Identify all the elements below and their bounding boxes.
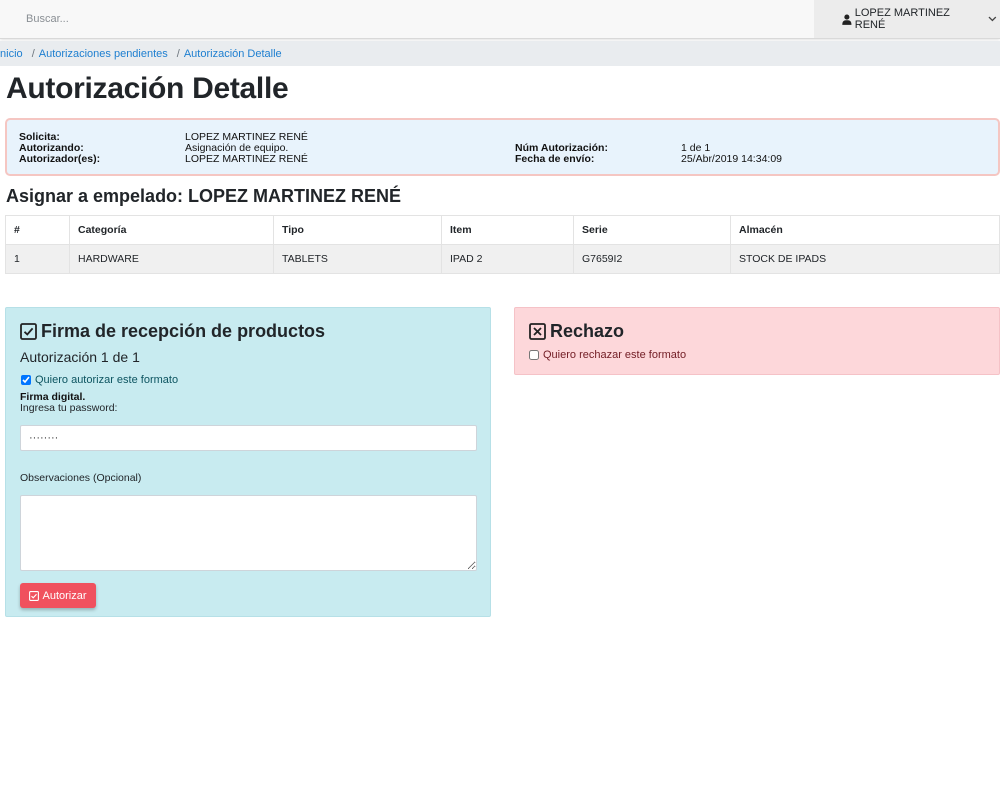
- password-field[interactable]: [20, 425, 477, 451]
- autorizadores-label: Autorizador(es):: [19, 153, 101, 165]
- table-cell: G7659I2: [573, 244, 731, 274]
- signature-card-title: Firma de recepción de productos: [20, 321, 325, 342]
- table-cell: TABLETS: [273, 244, 442, 274]
- breadcrumb-separator: /: [176, 47, 180, 60]
- signature-card: Firma de recepción de productos Autoriza…: [5, 307, 491, 617]
- authorize-checkbox[interactable]: [21, 375, 31, 385]
- breadcrumb-separator: /: [31, 47, 35, 60]
- observaciones-label: Observaciones (Opcional): [20, 472, 142, 484]
- search-input[interactable]: [0, 0, 810, 38]
- request-info-box: Solicita: LOPEZ MARTINEZ RENÉ Autorizand…: [5, 118, 1000, 176]
- column-header: Serie: [573, 215, 731, 245]
- fecha-envio-label: Fecha de envío:: [515, 153, 595, 165]
- table-cell: 1: [5, 244, 70, 274]
- breadcrumb-home[interactable]: Inicio: [0, 48, 23, 60]
- authorization-count: Autorización 1 de 1: [20, 349, 140, 365]
- column-header: #: [5, 215, 70, 245]
- authorize-button-label: Autorizar: [42, 589, 87, 602]
- check-square-icon: [29, 590, 40, 601]
- fecha-envio-value: 25/Abr/2019 14:34:09: [681, 153, 783, 165]
- page-title: Autorización Detalle: [6, 72, 289, 105]
- user-name: LOPEZ MARTINEZ RENÉ: [854, 7, 950, 31]
- table-cell: STOCK DE IPADS: [730, 244, 1000, 274]
- rejection-card-title-text: Rechazo: [550, 321, 625, 341]
- reject-checkbox-row[interactable]: Quiero rechazar este formato: [529, 349, 686, 361]
- table-cell: IPAD 2: [441, 244, 574, 274]
- breadcrumb-pending[interactable]: Autorizaciones pendientes: [39, 48, 168, 60]
- breadcrumb: Inicio / Autorizaciones pendientes / Aut…: [0, 41, 1000, 66]
- rejection-card: Rechazo Quiero rechazar este formato: [514, 307, 1000, 375]
- reject-checkbox[interactable]: [529, 350, 539, 360]
- authorize-checkbox-label: Quiero autorizar este formato: [35, 374, 179, 386]
- column-header: Categoría: [69, 215, 274, 245]
- assign-heading: Asignar a empelado: LOPEZ MARTINEZ RENÉ: [6, 186, 402, 206]
- column-header: Almacén: [730, 215, 1000, 245]
- autorizadores-value: LOPEZ MARTINEZ RENÉ: [185, 153, 308, 165]
- authorize-button[interactable]: Autorizar: [20, 583, 96, 608]
- x-square-icon: [529, 323, 546, 340]
- top-navbar: LOPEZ MARTINEZ RENÉ: [0, 0, 1000, 39]
- signature-card-title-text: Firma de recepción de productos: [41, 321, 326, 341]
- chevron-down-icon: [988, 16, 997, 22]
- observaciones-textarea[interactable]: [20, 495, 477, 571]
- table-header-row: # Categoría Tipo Item Serie Almacén: [5, 215, 1000, 245]
- user-icon: [842, 14, 852, 25]
- check-square-icon: [20, 323, 37, 340]
- column-header: Tipo: [273, 215, 442, 245]
- column-header: Item: [441, 215, 574, 245]
- breadcrumb-current[interactable]: Autorización Detalle: [184, 48, 282, 60]
- table-row: 1 HARDWARE TABLETS IPAD 2 G7659I2 STOCK …: [5, 244, 1000, 274]
- table-cell: HARDWARE: [69, 244, 274, 274]
- authorize-checkbox-row[interactable]: Quiero autorizar este formato: [21, 374, 178, 386]
- user-menu-dropdown[interactable]: LOPEZ MARTINEZ RENÉ: [814, 0, 1000, 38]
- items-table: # Categoría Tipo Item Serie Almacén 1 HA…: [5, 215, 1000, 274]
- rejection-card-title: Rechazo: [529, 321, 624, 342]
- password-label: Ingresa tu password:: [20, 402, 118, 414]
- reject-checkbox-label: Quiero rechazar este formato: [543, 349, 687, 361]
